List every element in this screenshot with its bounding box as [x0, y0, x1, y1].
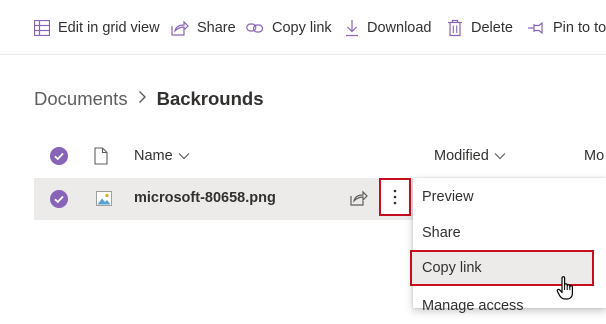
more-actions-button[interactable] [379, 178, 411, 216]
download-button[interactable]: Download [345, 16, 432, 40]
share-label: Share [197, 20, 236, 36]
delete-button[interactable]: Delete [447, 16, 513, 40]
checkmark-icon [54, 152, 64, 161]
image-file-icon [96, 191, 112, 211]
share-icon [171, 20, 189, 36]
delete-label: Delete [471, 20, 513, 36]
pin-icon [528, 21, 543, 35]
edit-grid-label: Edit in grid view [58, 20, 160, 36]
modified-column-header[interactable]: Modified [434, 140, 506, 172]
share-icon [350, 190, 368, 206]
menu-item-manage-access[interactable]: Manage access [413, 288, 606, 324]
breadcrumb-current: Backrounds [156, 88, 264, 109]
chevron-down-icon [178, 153, 190, 160]
checkmark-icon [54, 195, 64, 204]
copy-link-label: Copy link [272, 20, 332, 36]
trash-icon [448, 19, 462, 37]
breadcrumb-documents[interactable]: Documents [34, 88, 128, 110]
context-menu: Preview Share Copy link Manage access [410, 178, 606, 314]
breadcrumb: Documents Backrounds [34, 88, 264, 110]
edit-grid-button[interactable]: Edit in grid view [34, 16, 160, 40]
link-icon [246, 23, 264, 33]
modified-by-column-header[interactable]: Mo [584, 140, 604, 172]
name-column-header[interactable]: Name [134, 140, 190, 172]
file-name-link[interactable]: microsoft-80658.png [134, 190, 276, 206]
copy-link-button[interactable]: Copy link [246, 16, 332, 40]
modified-column-label: Modified [434, 148, 489, 164]
chevron-down-icon [494, 153, 506, 160]
menu-item-preview[interactable]: Preview [413, 179, 606, 215]
more-vertical-icon [393, 189, 397, 205]
document-icon [94, 147, 108, 165]
hand-cursor-icon [556, 275, 576, 306]
download-label: Download [367, 20, 432, 36]
share-button[interactable]: Share [171, 16, 236, 40]
name-column-label: Name [134, 148, 173, 164]
modified-by-column-label: Mo [584, 148, 605, 164]
file-type-header[interactable] [94, 140, 108, 172]
row-share-button[interactable] [350, 190, 368, 211]
pin-to-top-label: Pin to top [553, 20, 606, 36]
pin-to-top-button[interactable]: Pin to top [527, 16, 606, 40]
select-all-checkbox[interactable] [50, 147, 68, 165]
row-checkbox[interactable] [50, 190, 68, 208]
chevron-right-icon [138, 90, 147, 109]
download-icon [346, 20, 358, 37]
menu-item-copy-link-label: Copy link [422, 260, 482, 276]
grid-icon [34, 20, 50, 36]
menu-item-share[interactable]: Share [413, 215, 606, 251]
command-bar: Edit in grid view Share Copy link Downlo… [0, 0, 606, 55]
